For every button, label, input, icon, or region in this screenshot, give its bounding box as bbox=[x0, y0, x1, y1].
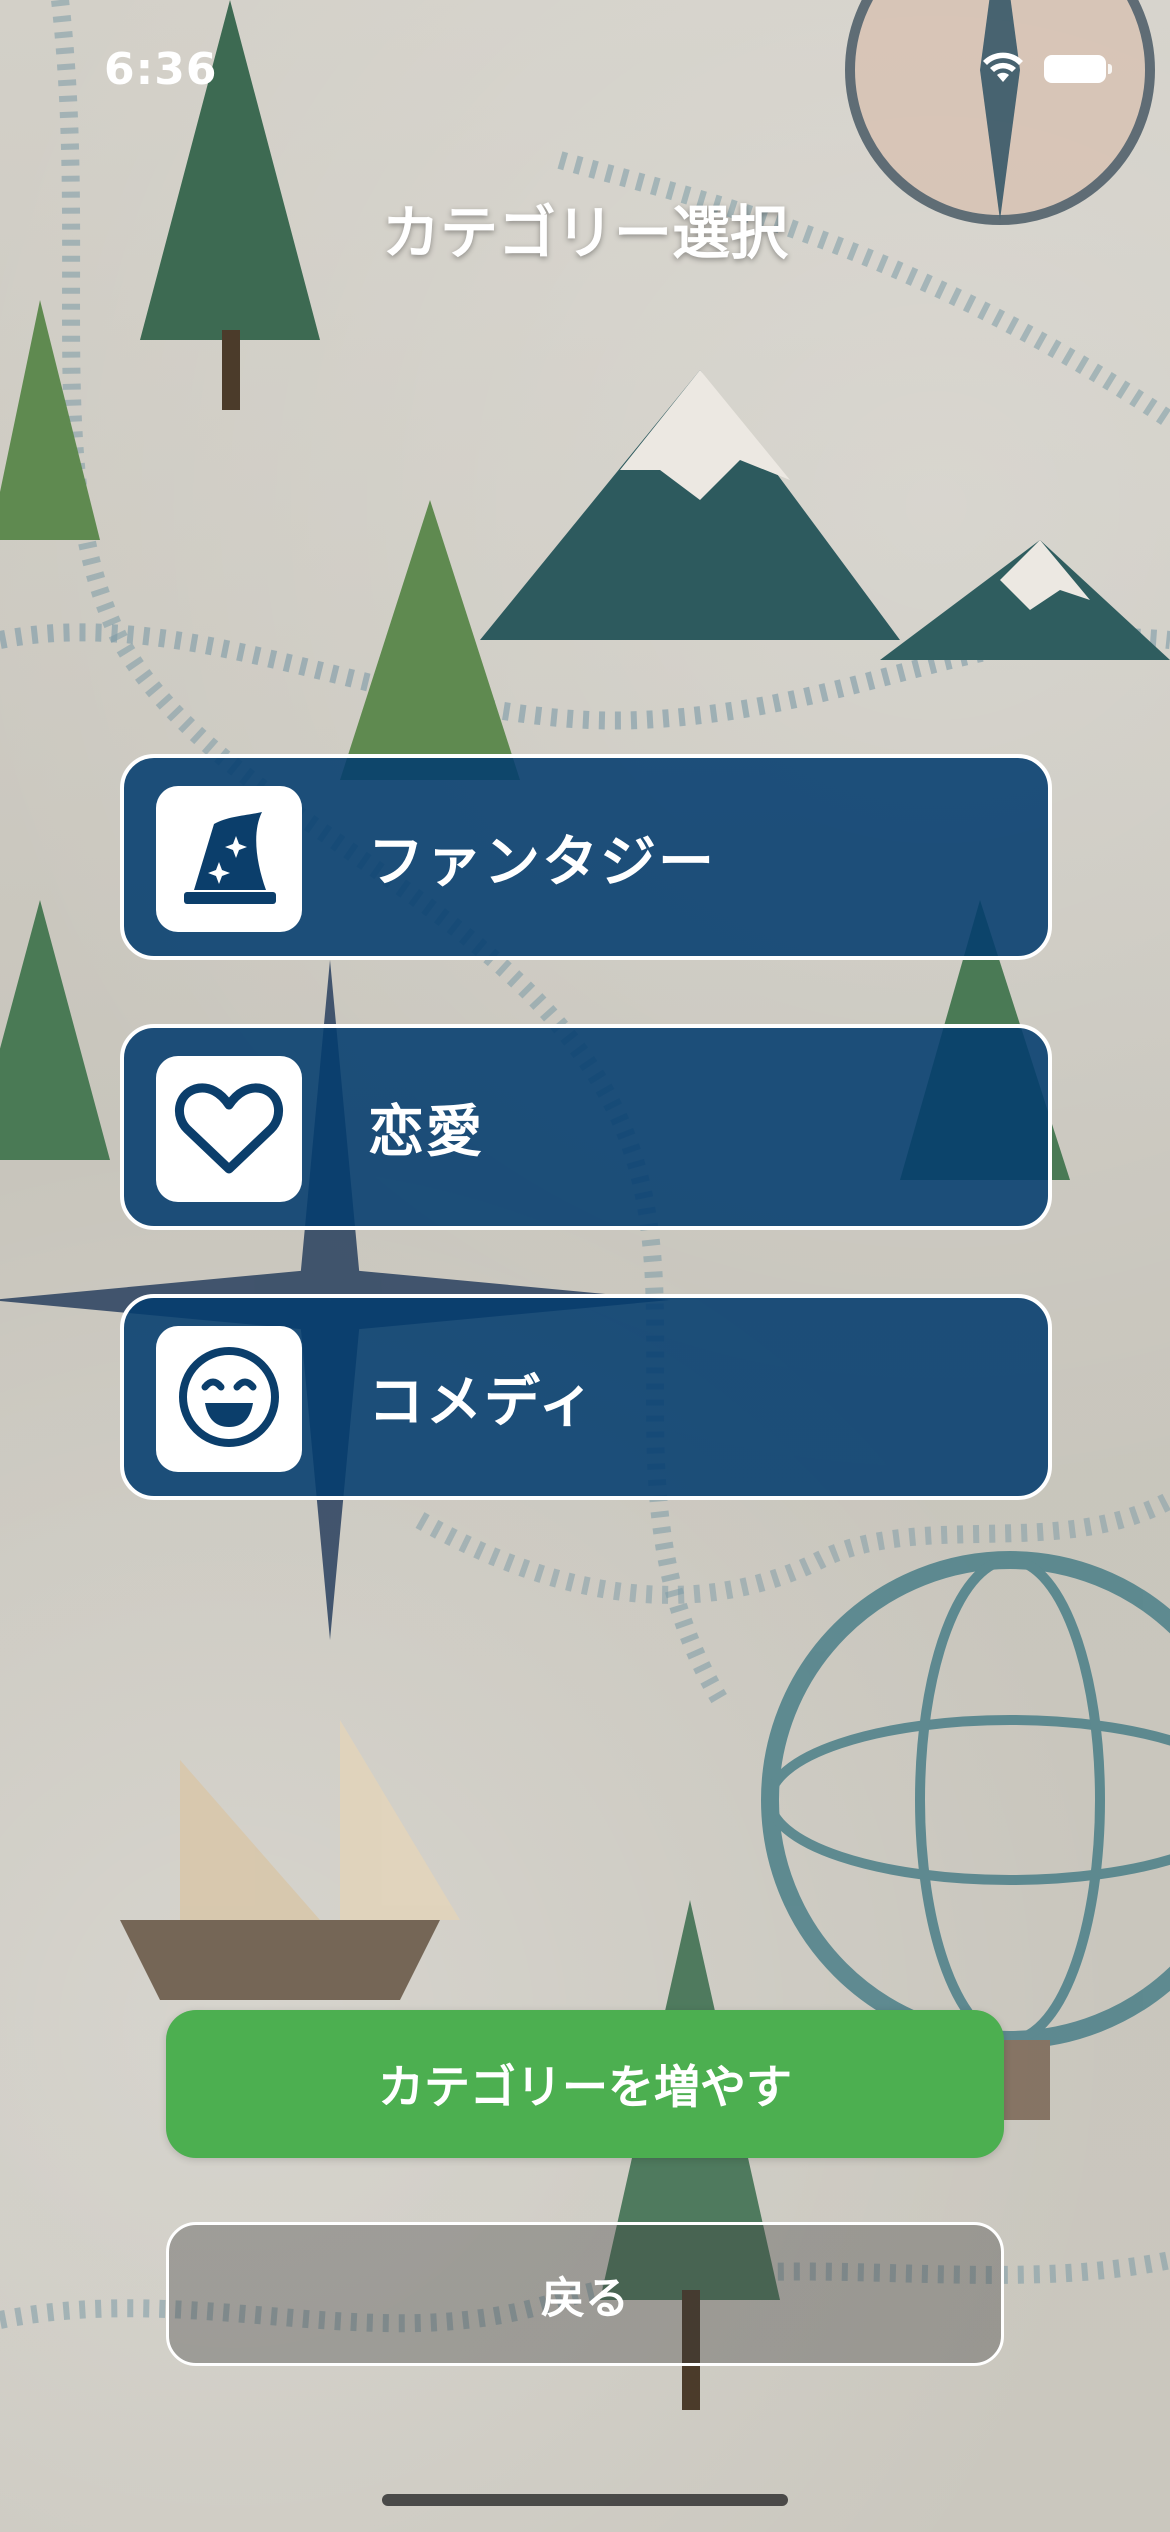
battery-icon bbox=[1044, 55, 1112, 83]
category-romance-button[interactable]: 恋愛 bbox=[120, 1024, 1052, 1230]
status-time: 6:36 bbox=[104, 44, 218, 95]
category-icon-container bbox=[156, 1056, 302, 1202]
category-fantasy-button[interactable]: ファンタジー bbox=[120, 754, 1052, 960]
status-bar: 6:36 bbox=[0, 0, 1170, 140]
home-indicator[interactable] bbox=[382, 2494, 788, 2506]
category-label: ファンタジー bbox=[368, 829, 716, 895]
category-icon-container bbox=[156, 786, 302, 932]
smiley-face-icon bbox=[175, 1343, 283, 1455]
status-icons bbox=[980, 52, 1112, 86]
back-button[interactable]: 戻る bbox=[166, 2222, 1004, 2366]
wizard-hat-icon bbox=[174, 802, 284, 916]
category-comedy-button[interactable]: コメディ bbox=[120, 1294, 1052, 1500]
category-label: 恋愛 bbox=[368, 1099, 484, 1165]
heart-icon bbox=[173, 1077, 285, 1181]
add-category-button[interactable]: カテゴリーを増やす bbox=[166, 2010, 1004, 2158]
category-label: コメディ bbox=[368, 1369, 597, 1435]
category-icon-container bbox=[156, 1326, 302, 1472]
category-list: ファンタジー 恋愛 コメディ bbox=[120, 754, 1052, 1564]
wifi-icon bbox=[980, 52, 1026, 86]
page-title: カテゴリー選択 bbox=[381, 199, 788, 267]
